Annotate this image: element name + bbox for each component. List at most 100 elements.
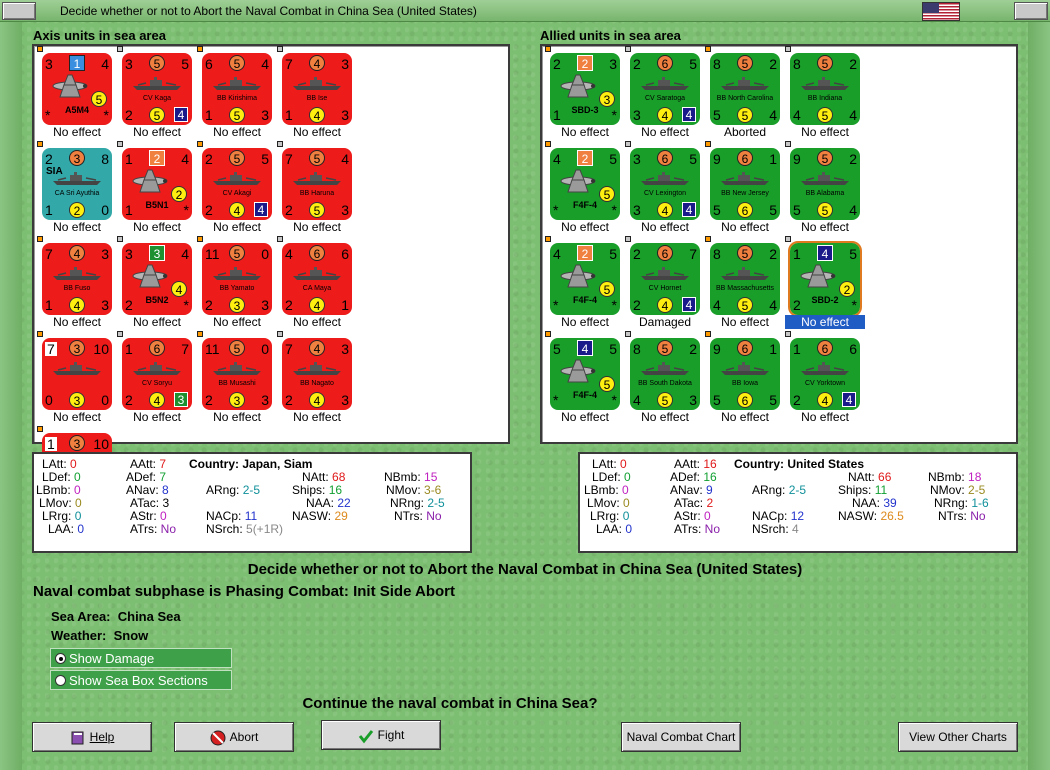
unit-top-right-value: 4 [261,56,269,72]
view-other-charts-button[interactable]: View Other Charts [898,722,1018,752]
unit-top-left-value: 6 [205,56,213,72]
allied-unit-counter[interactable]: 4 5 * * 2 5 F4F-4 [550,243,620,315]
axis-unit-counter[interactable]: 11 0 2 3 5 3 BB Yamato [202,243,272,315]
unit-top-right-value: 2 [689,341,697,357]
allied-unit-counter[interactable]: 8 2 5 4 5 5 BB North Carolina [710,53,780,125]
axis-unit-counter[interactable]: 3 4 2 * 3 4 B5N2 [122,243,192,315]
allied-natt: 66 [878,470,892,484]
allied-unit-counter[interactable]: 1 5 2 * 4 2 SBD-2 [788,241,862,317]
abort-button[interactable]: Abort [174,722,294,752]
warship-icon [801,362,849,375]
allied-atac: 2 [706,496,714,510]
unit-status-marker [705,331,711,337]
allied-unit-counter[interactable]: 2 7 2 4 6 4 CV Hornet [630,243,700,315]
unit-name: B5N2 [145,295,169,305]
abort-label: Abort [229,730,259,744]
allied-ldef: 0 [624,470,631,484]
unit-defense-value: 4 [657,107,673,123]
naval-combat-chart-button[interactable]: Naval Combat Chart [621,722,741,752]
unit-top-right-value: 4 [101,56,109,72]
show-sea-box-sections-radio[interactable]: Show Sea Box Sections [50,670,232,690]
unit-name: F4F-4 [572,295,597,305]
unit-name: A5M4 [64,105,89,115]
allied-astr: 0 [704,509,711,523]
unit-status-marker [277,46,283,52]
axis-unit-counter[interactable]: 7 3 2 3 4 4 BB Nagato [282,338,352,410]
warship-icon [213,77,261,90]
unit-top-right-value: 0 [261,246,269,262]
axis-astr: 0 [160,509,167,523]
close-button[interactable] [1014,2,1048,20]
unit-attack-value: 3 [69,340,85,356]
unit-top-left-value: 9 [793,151,801,167]
unit-bottom-right-value: 4 [769,107,777,123]
axis-adef: 7 [159,470,167,484]
allied-unit-counter[interactable]: 5 5 * * 4 5 F4F-4 [550,338,620,410]
axis-unit-counter[interactable]: 11 0 2 3 5 3 BB Musashi [202,338,272,410]
axis-unit-counter[interactable]: 6 4 1 3 5 5 BB Kirishima [202,53,272,125]
unit-name: BB Nagato [300,380,334,387]
right-frame [1028,22,1050,770]
axis-unit-counter[interactable]: 7 4 2 3 5 5 BB Haruna [282,148,352,220]
unit-carrier-value: 4 [254,202,268,217]
axis-unit-counter[interactable]: 1 7 2 3 6 4 CV Soryu [122,338,192,410]
unit-attack-value: 6 [817,340,833,356]
fight-button[interactable]: Fight [321,720,441,750]
unit-top-left-value: 1 [793,341,801,357]
unit-attack-value: 3 [149,245,165,261]
axis-unit-counter[interactable]: 3 5 2 4 5 5 CV Kaga [122,53,192,125]
help-button[interactable]: Help [32,722,152,752]
unit-top-right-value: 6 [341,246,349,262]
axis-unit-counter[interactable]: 4 6 2 1 6 4 CA Maya [282,243,352,315]
allied-nsrch: 4 [792,522,799,536]
unit-top-left-value: 3 [633,151,641,167]
checkmark-icon [358,729,373,744]
unit-top-left-value: 4 [553,246,561,262]
unit-bottom-left-value: 2 [205,297,213,313]
unit-status-marker [37,46,43,52]
axis-unit-counter[interactable]: 1 4 1 * 2 2 B5N1 [122,148,192,220]
allied-unit-counter[interactable]: 9 1 5 5 6 6 BB Iowa [710,338,780,410]
allied-unit-counter[interactable]: 2 3 1 * 2 3 SBD-3 [550,53,620,125]
allied-unit-counter[interactable]: 3 5 3 4 6 4 CV Lexington [630,148,700,220]
axis-stats-panel: LAtt: 0 LDef: 0 LBmb: 0 LMov: 0 LRrg: 0 … [32,452,472,553]
axis-unit-counter[interactable]: 2 5 2 4 5 4 CV Akagi [202,148,272,220]
unit-attack-value: 6 [657,245,673,261]
warship-icon [721,267,769,280]
title-bar: Decide whether or not to Abort the Naval… [0,0,1050,22]
unit-top-left-value: 11 [205,341,220,357]
unit-bottom-right-value: 3 [101,297,109,313]
allied-unit-counter[interactable]: 8 2 4 4 5 5 BB Indiana [790,53,860,125]
system-menu-button[interactable] [2,2,36,20]
allied-unit-counter[interactable]: 9 2 5 4 5 5 BB Alabama [790,148,860,220]
unit-top-right-value: 5 [261,151,269,167]
show-sea-box-sections-label: Show Sea Box Sections [69,673,208,688]
allied-unit-counter[interactable]: 1 6 2 4 6 4 CV Yorktown [790,338,860,410]
unit-bottom-left-value: 1 [45,297,53,313]
allied-unit-counter[interactable]: 8 2 4 3 5 5 BB South Dakota [630,338,700,410]
unit-name: BB Kirishima [216,95,258,102]
allied-unit-counter[interactable]: 8 2 4 4 5 5 BB Massachusetts [710,243,780,315]
axis-unit-counter[interactable]: 2 8 1 0 3 2 CA Sri Ayuthia SIA [42,148,112,220]
allied-unit-counter[interactable]: 9 1 5 5 6 6 BB New Jersey [710,148,780,220]
unit-attack-value: 5 [737,55,753,71]
unit-result-text: No effect [53,410,101,424]
unit-top-left-value: 8 [793,56,801,72]
unit-name: CA Maya [302,285,332,292]
aircraft-icon [560,264,596,288]
axis-unit-counter[interactable]: 7 10 0 0 3 3 [42,338,112,410]
axis-unit-counter[interactable]: 7 3 1 3 4 4 BB Ise [282,53,352,125]
unit-result-text: No effect [53,220,101,234]
axis-unit-counter[interactable]: 7 3 1 3 4 4 BB Fuso [42,243,112,315]
unit-bottom-left-value: 5 [793,202,801,218]
allied-unit-counter[interactable]: 2 5 3 4 6 4 CV Saratoga [630,53,700,125]
fight-label: Fight [377,728,405,742]
unit-carrier-value: 4 [682,107,696,122]
allied-unit-counter[interactable]: 4 5 * * 2 5 F4F-4 [550,148,620,220]
unit-attack-value: 6 [657,55,673,71]
show-damage-radio[interactable]: Show Damage [50,648,232,668]
unit-attack-value: 2 [577,55,593,71]
unit-top-left-value: 3 [45,56,53,72]
axis-unit-counter[interactable]: 3 4 * * 1 5 A5M4 [42,53,112,125]
unit-result-text: No effect [53,315,101,329]
